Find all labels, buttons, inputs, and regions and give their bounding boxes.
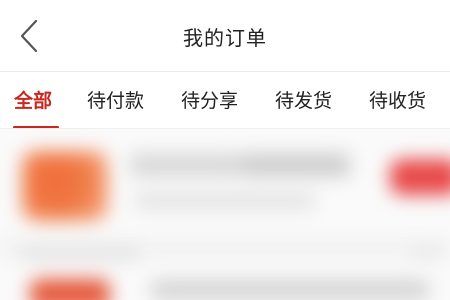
item-text-placeholder <box>150 279 430 300</box>
item-text-placeholder <box>135 193 315 209</box>
shop-name-placeholder <box>240 153 350 177</box>
tab-pending-share[interactable]: 待分享 <box>181 86 238 113</box>
shop-name-placeholder <box>130 153 240 177</box>
blurred-order-content <box>0 129 450 300</box>
orders-screen: 我的订单 全部 待付款 待分享 待发货 待收货 <box>0 0 450 300</box>
item-text-placeholder <box>20 249 140 259</box>
order-status-tabs: 全部 待付款 待分享 待发货 待收货 <box>0 72 450 128</box>
top-bar: 我的订单 <box>0 0 450 72</box>
tab-pending-shipment[interactable]: 待发货 <box>275 86 332 113</box>
order-list <box>0 129 450 300</box>
order-thumbnail <box>30 279 110 300</box>
page-title: 我的订单 <box>183 26 267 50</box>
order-action-button[interactable] <box>390 159 450 195</box>
tab-pending-receipt[interactable]: 待收货 <box>369 86 426 113</box>
tab-pending-payment[interactable]: 待付款 <box>87 86 144 113</box>
tab-all[interactable]: 全部 <box>14 86 52 113</box>
item-text-placeholder <box>410 247 442 259</box>
shop-logo <box>22 151 108 221</box>
